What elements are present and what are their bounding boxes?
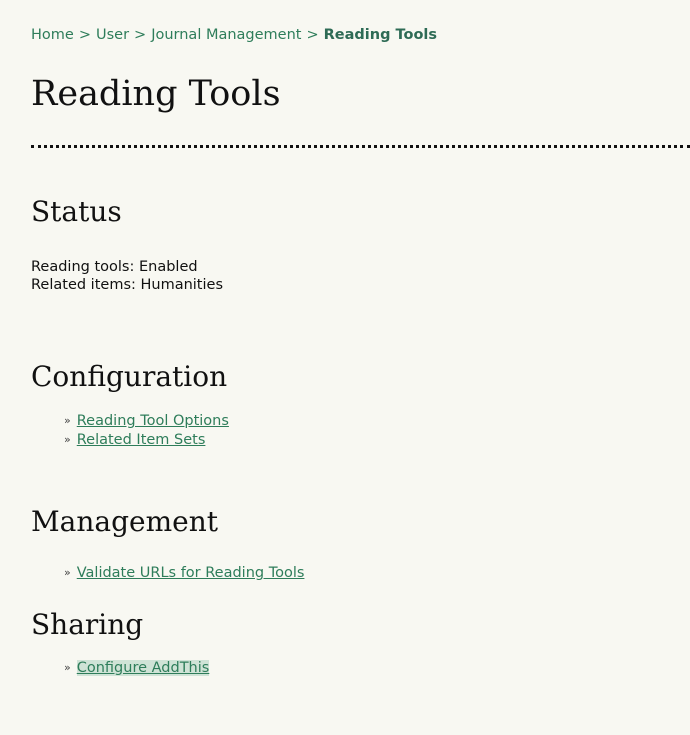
bullet-icon: » [64, 566, 71, 579]
list-item: » Reading Tool Options [64, 412, 229, 431]
management-links: » Validate URLs for Reading Tools [64, 564, 304, 583]
status-related-items: Related items: Humanities [31, 277, 223, 293]
validate-urls-link[interactable]: Validate URLs for Reading Tools [77, 565, 305, 581]
bullet-icon: » [64, 433, 71, 446]
related-item-sets-link[interactable]: Related Item Sets [77, 432, 206, 448]
bullet-icon: » [64, 414, 71, 427]
reading-tool-options-link[interactable]: Reading Tool Options [77, 413, 229, 429]
sharing-links: » Configure AddThis [64, 659, 210, 678]
configuration-links: » Reading Tool Options » Related Item Sets [64, 412, 229, 450]
bullet-icon: » [64, 661, 71, 674]
breadcrumb-journal-management[interactable]: Journal Management [151, 27, 301, 43]
list-item: » Related Item Sets [64, 431, 229, 450]
status-reading-tools: Reading tools: Enabled [31, 259, 198, 275]
breadcrumb-separator: > [78, 27, 91, 43]
breadcrumb-current[interactable]: Reading Tools [324, 27, 437, 43]
breadcrumb-separator: > [134, 27, 147, 43]
status-list: Reading tools: Enabled Related items: Hu… [31, 258, 223, 294]
status-heading: Status [31, 195, 122, 228]
list-item: » Validate URLs for Reading Tools [64, 564, 304, 583]
management-heading: Management [31, 505, 218, 538]
breadcrumb-home[interactable]: Home [31, 27, 74, 43]
breadcrumb: Home > User > Journal Management > Reading Too… [31, 27, 437, 43]
title-divider [31, 145, 690, 148]
configuration-heading: Configuration [31, 360, 228, 393]
page-title: Reading Tools [31, 74, 281, 114]
breadcrumb-separator: > [306, 27, 319, 43]
list-item: » Configure AddThis [64, 659, 210, 678]
sharing-heading: Sharing [31, 608, 144, 641]
breadcrumb-user[interactable]: User [96, 27, 129, 43]
configure-addthis-link[interactable]: Configure AddThis [76, 660, 210, 676]
